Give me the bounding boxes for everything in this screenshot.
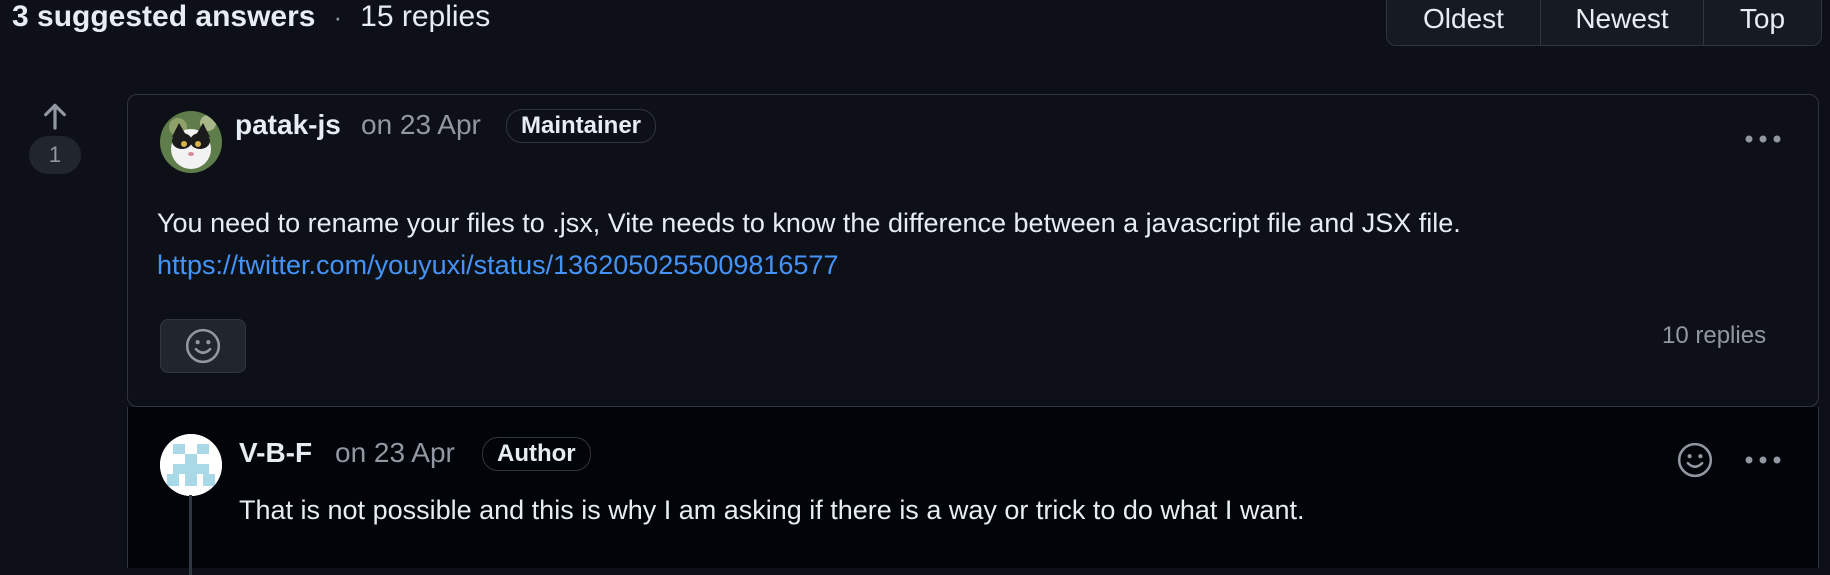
avatar[interactable] — [160, 111, 222, 173]
reply-comment: V-B-F on 23 Apr Author That is not possi… — [127, 407, 1819, 575]
vote-widget: 1 — [28, 100, 82, 174]
kebab-menu-icon[interactable] — [1743, 450, 1783, 470]
vote-count: 1 — [29, 136, 81, 174]
reply-author-link[interactable]: V-B-F — [239, 437, 312, 469]
separator-dot: · — [333, 1, 343, 32]
thread-line — [189, 495, 192, 575]
smiley-icon — [185, 328, 221, 364]
identicon-avatar[interactable] — [160, 434, 222, 496]
reply-body: That is not possible and this is why I a… — [239, 495, 1305, 525]
suggested-answers-count: 3 suggested answers — [12, 0, 316, 33]
answer-card: patak-js on 23 Apr Maintainer You need t… — [127, 94, 1819, 407]
reply-add-reaction-button[interactable] — [1676, 441, 1714, 479]
sort-oldest-button[interactable]: Oldest — [1387, 0, 1541, 45]
answer-body: You need to rename your files to .jsx, V… — [157, 208, 1461, 238]
reply-date[interactable]: on 23 Apr — [335, 437, 455, 469]
answer-replies-count[interactable]: 10 replies — [1662, 322, 1766, 350]
answer-link[interactable]: https://twitter.com/youyuxi/status/13620… — [157, 250, 838, 281]
kebab-menu-icon[interactable] — [1743, 129, 1783, 149]
sort-newest-button[interactable]: Newest — [1541, 0, 1704, 45]
maintainer-badge: Maintainer — [506, 109, 657, 143]
sort-top-button[interactable]: Top — [1704, 0, 1821, 45]
discussion-answers-header: 3 suggested answers · 15 replies — [12, 0, 490, 34]
author-badge: Author — [482, 437, 591, 471]
identicon-icon — [160, 434, 222, 496]
upvote-arrow-icon[interactable] — [39, 100, 71, 132]
add-reaction-button[interactable] — [160, 319, 246, 373]
replies-count: 15 replies — [360, 0, 491, 33]
sort-segmented-control: Oldest Newest Top — [1386, 0, 1822, 46]
smiley-icon — [1677, 442, 1713, 478]
answer-author-link[interactable]: patak-js — [235, 109, 341, 141]
answer-date[interactable]: on 23 Apr — [361, 109, 481, 141]
cat-avatar-icon — [160, 111, 222, 173]
